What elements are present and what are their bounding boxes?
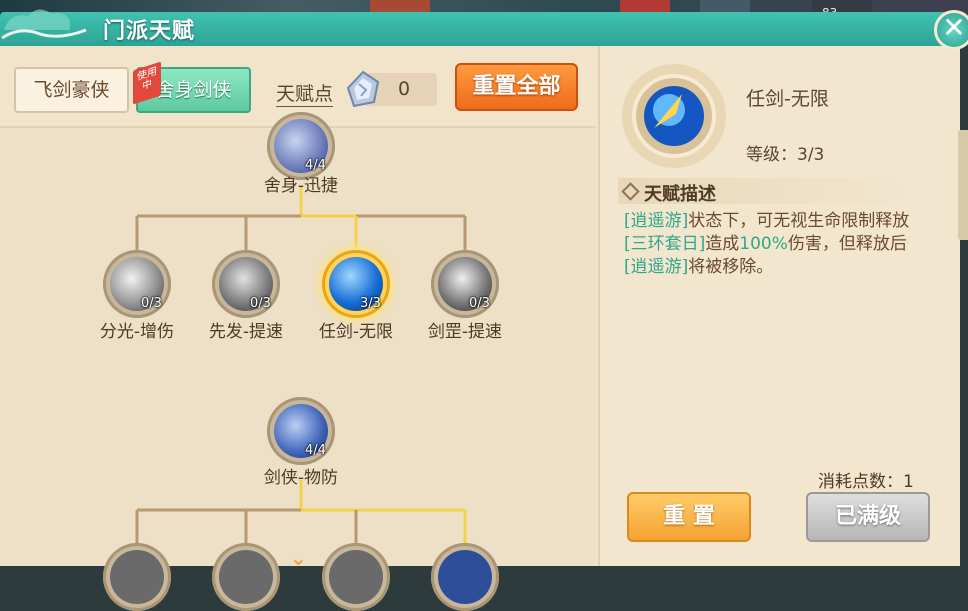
maxed-button: 已满级: [806, 492, 930, 542]
talent-node-jianxia-wufang[interactable]: 4/4: [267, 397, 335, 465]
skill-level: 等级：3/3: [746, 145, 825, 165]
talent-node-fenguang-zengshang[interactable]: 0/3: [103, 250, 171, 318]
talent-node-renjian-wuxian[interactable]: 3/3: [322, 250, 390, 318]
description-text: 将被移除。: [688, 257, 774, 277]
skill-name: 任剑-无限: [746, 88, 829, 110]
selected-skill-icon: [622, 64, 726, 168]
description-title: 天赋描述: [644, 184, 716, 205]
talent-node-xianfa-tisu[interactable]: 0/3: [212, 250, 280, 318]
description-highlight: [逍遥游]: [624, 211, 689, 231]
talent-count: 4/4: [305, 443, 326, 458]
description-highlight: [三环套日]: [624, 234, 706, 254]
talent-description: [逍遥游]状态下，可无视生命限制释放[三环套日]造成100%伤害，但释放后[逍遥…: [624, 210, 929, 279]
talent-count: 0/3: [250, 296, 271, 311]
talent-node-sheshen-xunjie[interactable]: 4/4: [267, 112, 335, 180]
chevron-down-icon[interactable]: ⌄: [290, 546, 307, 570]
talent-count: 3/3: [360, 296, 381, 311]
talent-label: 剑罡-提速: [427, 322, 503, 342]
talent-label: 先发-提速: [208, 322, 284, 342]
talent-node-locked[interactable]: [103, 543, 171, 611]
talent-label: 舍身-迅捷: [263, 176, 339, 196]
talent-node-locked[interactable]: [431, 543, 499, 611]
description-highlight: 100%: [739, 234, 788, 254]
talent-node-jiangang-tisu[interactable]: 0/3: [431, 250, 499, 318]
talent-node-locked[interactable]: [322, 543, 390, 611]
description-text: 伤害，但释放后: [787, 234, 907, 254]
talent-node-locked[interactable]: [212, 543, 280, 611]
reset-button[interactable]: 重 置: [627, 492, 751, 542]
description-highlight: [逍遥游]: [624, 257, 689, 277]
description-text: 造成: [705, 234, 740, 254]
cost-points: 消耗点数：1: [818, 472, 914, 492]
talent-label: 分光-增伤: [99, 322, 175, 342]
talent-label: 剑侠-物防: [263, 468, 339, 488]
talent-count: 0/3: [141, 296, 162, 311]
talent-label: 任剑-无限: [318, 322, 394, 342]
description-text: 状态下，可无视生命限制释放: [688, 211, 910, 231]
talent-count: 0/3: [469, 296, 490, 311]
